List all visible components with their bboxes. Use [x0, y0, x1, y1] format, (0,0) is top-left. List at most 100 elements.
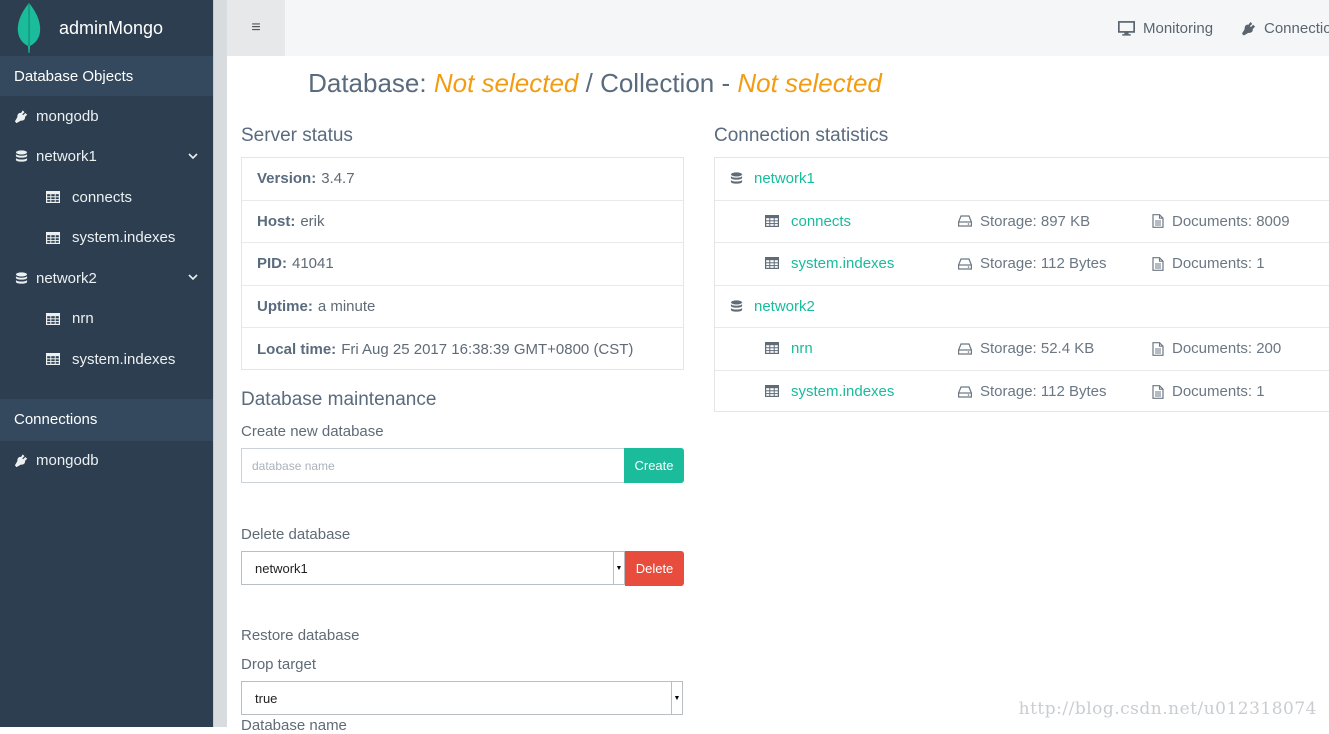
- monitor-icon: [1118, 21, 1135, 36]
- stats-collection-link[interactable]: system.indexes: [791, 255, 894, 272]
- plug-icon: [14, 109, 28, 123]
- status-label: Host:: [257, 212, 296, 230]
- hamburger-icon: ≡: [251, 19, 261, 36]
- database-icon: [730, 300, 743, 313]
- drop-target-select[interactable]: true ▼: [241, 681, 683, 715]
- menu-toggle-button[interactable]: ≡: [227, 0, 285, 56]
- status-value: erik: [300, 212, 325, 230]
- title-db-label: Database:: [308, 68, 427, 98]
- status-row-host: Host: erik: [242, 201, 683, 243]
- database-name-input[interactable]: database name: [241, 448, 625, 483]
- sidebar-item-collection[interactable]: system.indexes: [0, 339, 213, 380]
- stats-db-link[interactable]: network1: [754, 170, 815, 187]
- storage-value: Storage: 897 KB: [980, 212, 1091, 230]
- app-name: adminMongo: [59, 17, 164, 38]
- server-status-heading: Server status: [241, 125, 353, 146]
- table-icon: [46, 190, 60, 204]
- drop-target-label: Drop target: [241, 656, 317, 673]
- restore-db-label: Restore database: [241, 627, 360, 644]
- database-name-label: Database name: [241, 717, 347, 734]
- stats-collection-link[interactable]: connects: [791, 213, 851, 230]
- nav-connections[interactable]: Connectio: [1241, 0, 1329, 56]
- storage-stat: Storage: 112 Bytes: [958, 383, 1106, 400]
- mongodb-leaf-icon: [17, 2, 41, 53]
- chevron-down-icon[interactable]: [187, 271, 199, 283]
- connection-stats-heading: Connection statistics: [714, 125, 889, 146]
- table-icon: [46, 231, 60, 245]
- nav-monitoring[interactable]: Monitoring: [1118, 0, 1213, 56]
- storage-value: Storage: 112 Bytes: [980, 255, 1107, 273]
- sidebar-item-label: network2: [36, 269, 97, 287]
- nav-connections-label: Connectio: [1264, 19, 1329, 37]
- section-database-objects: Database Objects: [0, 56, 213, 96]
- status-label: Version:: [257, 170, 317, 188]
- chevron-down-icon[interactable]: [187, 150, 199, 162]
- sidebar-item-collection[interactable]: connects: [0, 177, 213, 218]
- stats-db-row: network2: [715, 286, 1329, 328]
- file-icon: [1152, 385, 1164, 399]
- sidebar-item-label: network1: [36, 148, 97, 166]
- sidebar-item-label: nrn: [72, 310, 94, 328]
- storage-stat: Storage: 112 Bytes: [958, 255, 1106, 272]
- file-icon: [1152, 257, 1164, 271]
- table-icon: [46, 312, 60, 326]
- sidebar-item-connection[interactable]: mongodb: [0, 441, 213, 482]
- nav-monitoring-label: Monitoring: [1143, 19, 1214, 37]
- sidebar-item-label: system.indexes: [72, 350, 176, 368]
- create-db-label: Create new database: [241, 423, 384, 440]
- status-value: a minute: [317, 297, 376, 315]
- sidebar-item-label: system.indexes: [72, 229, 176, 247]
- stats-collection-row: nrn Storage: 52.4 KB Documents: 200: [715, 328, 1329, 371]
- status-row-version: Version: 3.4.7: [242, 158, 683, 201]
- sidebar: adminMongo Database Objects mongodb netw…: [0, 0, 213, 727]
- title-db-value: Not selected: [433, 68, 579, 98]
- top-navbar: ≡ Monitoring Connectio: [227, 0, 1329, 56]
- status-value: 41041: [292, 255, 334, 273]
- storage-value: Storage: 52.4 KB: [980, 340, 1095, 358]
- sidebar-item-label: connects: [72, 188, 133, 206]
- sidebar-item-collection[interactable]: system.indexes: [0, 218, 213, 259]
- delete-db-label: Delete database: [241, 526, 351, 543]
- hdd-icon: [958, 258, 972, 270]
- plug-icon: [14, 454, 28, 468]
- table-icon: [765, 342, 779, 354]
- sidebar-item-label: mongodb: [36, 107, 99, 125]
- sidebar-item-server[interactable]: mongodb: [0, 96, 213, 137]
- drop-target-selected: true: [255, 690, 278, 706]
- status-value: 3.4.7: [321, 170, 355, 188]
- sidebar-item-label: mongodb: [36, 452, 99, 470]
- documents-stat: Documents: 8009: [1152, 213, 1290, 230]
- table-icon: [46, 352, 60, 366]
- table-icon: [765, 385, 779, 397]
- status-row-pid: PID: 41041: [242, 243, 683, 286]
- plug-icon: [1241, 21, 1256, 36]
- page-title: Database: Not selected / Collection - No…: [227, 68, 963, 99]
- stats-collection-row: connects Storage: 897 KB Documents: 8009: [715, 201, 1329, 243]
- sidebar-item-network2[interactable]: network2: [0, 258, 213, 299]
- stats-db-row: network1: [715, 158, 1329, 201]
- stats-collection-row: system.indexes Storage: 112 Bytes Docume…: [715, 371, 1329, 414]
- stats-collection-link[interactable]: system.indexes: [791, 383, 894, 400]
- status-label: PID:: [257, 255, 287, 273]
- stats-db-link[interactable]: network2: [754, 298, 815, 315]
- storage-stat: Storage: 897 KB: [958, 213, 1090, 230]
- hdd-icon: [958, 343, 972, 355]
- documents-value: Documents: 8009: [1172, 212, 1290, 230]
- documents-value: Documents: 1: [1172, 383, 1265, 401]
- maintenance-heading: Database maintenance: [241, 389, 437, 410]
- create-button[interactable]: Create: [624, 448, 684, 483]
- delete-button[interactable]: Delete: [625, 551, 684, 586]
- delete-db-select[interactable]: network1 ▼: [241, 551, 625, 585]
- delete-db-selected: network1: [255, 560, 308, 576]
- stats-collection-link[interactable]: nrn: [791, 340, 813, 357]
- stats-collection-row: system.indexes Storage: 112 Bytes Docume…: [715, 243, 1329, 286]
- file-icon: [1152, 342, 1164, 356]
- sidebar-item-collection[interactable]: nrn: [0, 299, 213, 340]
- sidebar-scrollbar[interactable]: [213, 0, 227, 727]
- brand[interactable]: adminMongo: [0, 0, 213, 56]
- status-label: Local time:: [257, 340, 337, 358]
- file-icon: [1152, 214, 1164, 228]
- sidebar-item-network1[interactable]: network1: [0, 137, 213, 178]
- storage-value: Storage: 112 Bytes: [980, 383, 1107, 401]
- section-connections: Connections: [0, 398, 213, 441]
